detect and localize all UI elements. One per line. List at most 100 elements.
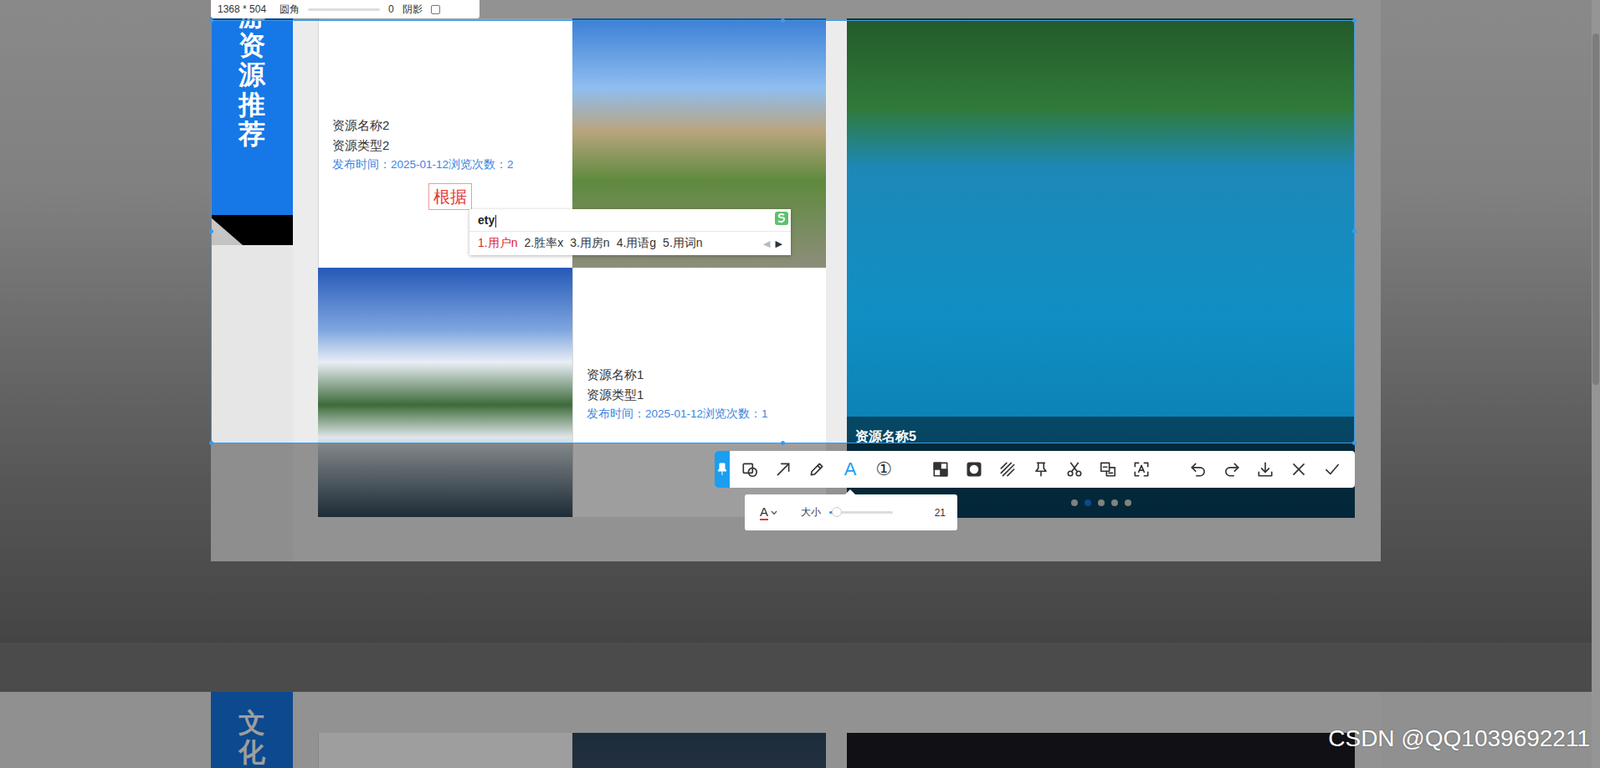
content: 游资源推荐资源名称2资源类型2发布时间：2025-01-12浏览次数：2资源名称… bbox=[0, 0, 1592, 768]
carousel-dot[interactable] bbox=[1111, 499, 1118, 507]
scrollbar[interactable] bbox=[1591, 0, 1600, 768]
resize-handle[interactable] bbox=[1352, 441, 1357, 446]
toolbar-button[interactable] bbox=[957, 452, 991, 487]
section-title: 文化 bbox=[210, 692, 293, 768]
carousel-dot[interactable] bbox=[1084, 499, 1092, 507]
capture-info-bar: 1368 * 504圆角0阴影 bbox=[210, 0, 480, 19]
screen: 游资源推荐资源名称2资源类型2发布时间：2025-01-12浏览次数：2资源名称… bbox=[0, 0, 1600, 768]
radius-slider[interactable] bbox=[307, 8, 380, 11]
section-side: 游资源推荐 bbox=[210, 0, 293, 562]
section-title: 游资源推荐 bbox=[210, 0, 293, 216]
font-size-thumb[interactable] bbox=[831, 507, 842, 518]
toolbar-button[interactable] bbox=[1057, 452, 1092, 487]
resize-handle[interactable] bbox=[209, 18, 214, 23]
ime-popup: ety1.用户n2.胜率x3.用房n4.用语g5.用词n◀▶ bbox=[469, 209, 791, 256]
redo-icon bbox=[1222, 460, 1242, 479]
toolbar-button[interactable] bbox=[1024, 452, 1058, 487]
radius-value: 0 bbox=[388, 3, 395, 16]
text-options-panel: A 大小 21 bbox=[744, 494, 958, 531]
resource-type: 资源类型2 bbox=[332, 135, 559, 156]
resource-photo[interactable] bbox=[572, 733, 826, 768]
tool-glyph: A bbox=[844, 460, 857, 479]
ime-next[interactable]: ▶ bbox=[775, 238, 783, 250]
watermark: CSDN @QQ1039692211 bbox=[1328, 724, 1590, 754]
resource-name: 资源名称2 bbox=[332, 115, 559, 136]
section-panel bbox=[292, 692, 1381, 768]
resize-handle[interactable] bbox=[780, 18, 785, 23]
capture-toolbar: A① bbox=[714, 451, 1355, 488]
feature-carousel[interactable] bbox=[846, 733, 1355, 768]
toolbar-button[interactable] bbox=[800, 452, 834, 487]
toolbar-button[interactable]: A bbox=[833, 452, 867, 487]
section: 游资源推荐资源名称2资源类型2发布时间：2025-01-12浏览次数：2资源名称… bbox=[0, 0, 1592, 643]
arrow-icon bbox=[774, 460, 793, 479]
download-icon bbox=[1256, 460, 1275, 479]
carousel-dot[interactable] bbox=[1071, 499, 1078, 507]
toolbar-button[interactable] bbox=[1315, 452, 1349, 487]
ime-logo-icon bbox=[774, 210, 790, 226]
resize-handle[interactable] bbox=[1352, 229, 1357, 234]
ime-prev[interactable]: ◀ bbox=[763, 238, 770, 250]
resource-type: 资源类型1 bbox=[586, 384, 813, 406]
pin-icon bbox=[1031, 460, 1051, 479]
resize-handle[interactable] bbox=[780, 441, 785, 446]
shadow-label: 阴影 bbox=[402, 2, 423, 17]
carousel-dot[interactable] bbox=[1097, 499, 1105, 507]
ime-caret bbox=[495, 215, 497, 228]
toolbar-button[interactable]: ① bbox=[866, 452, 901, 487]
side-filler bbox=[210, 245, 293, 562]
undo-icon bbox=[1189, 460, 1208, 479]
panel-pointer bbox=[845, 489, 856, 495]
card-grid bbox=[317, 733, 826, 768]
hatch-icon bbox=[998, 460, 1017, 479]
pin-tab[interactable] bbox=[714, 451, 730, 488]
resource-name: 资源名称1 bbox=[586, 364, 813, 385]
font-size-value: 21 bbox=[934, 507, 946, 519]
close-icon bbox=[1289, 460, 1308, 479]
resource-meta: 发布时间：2025-01-12浏览次数：1 bbox=[586, 405, 813, 424]
section-title-text: 游资源推荐 bbox=[238, 1, 266, 216]
carousel-title: 资源名称5 bbox=[855, 428, 1347, 446]
toolbar-button[interactable] bbox=[990, 452, 1025, 487]
translate-icon bbox=[1098, 460, 1118, 479]
scrollbar-thumb[interactable] bbox=[1592, 33, 1600, 385]
text-color-glyph: A bbox=[759, 505, 769, 521]
ime-candidate[interactable]: 1.用户n bbox=[477, 235, 518, 252]
chevron-down-icon bbox=[770, 510, 778, 516]
scissors-icon bbox=[1065, 460, 1084, 479]
toolbar-button[interactable] bbox=[1181, 452, 1216, 487]
font-size-slider[interactable] bbox=[829, 511, 893, 514]
toolbar-button[interactable] bbox=[733, 452, 767, 487]
ime-candidate[interactable]: 2.胜率x bbox=[523, 235, 564, 252]
toolbar-button[interactable] bbox=[1248, 452, 1283, 487]
ime-candidate[interactable]: 4.用语g bbox=[616, 235, 657, 252]
text-color-picker[interactable]: A bbox=[759, 505, 778, 521]
ime-pager: ◀▶ bbox=[763, 238, 783, 250]
toolbar-button[interactable] bbox=[923, 452, 958, 487]
resize-handle[interactable] bbox=[209, 229, 214, 234]
section-title-text: 文化 bbox=[238, 708, 266, 768]
ime-candidates: 1.用户n2.胜率x3.用房n4.用语g5.用词n◀▶ bbox=[469, 231, 791, 256]
toolbar-button[interactable] bbox=[1215, 452, 1249, 487]
page: 游资源推荐资源名称2资源类型2发布时间：2025-01-12浏览次数：2资源名称… bbox=[0, 0, 1600, 768]
shape-icon bbox=[740, 460, 759, 479]
font-size-label: 大小 bbox=[800, 505, 821, 520]
shadow-checkbox[interactable] bbox=[430, 5, 441, 15]
toolbar-button[interactable] bbox=[766, 452, 800, 487]
toolbar-button[interactable] bbox=[1282, 452, 1316, 487]
resource-photo[interactable] bbox=[317, 267, 573, 518]
carousel-dot[interactable] bbox=[1124, 499, 1132, 507]
tool-glyph: ① bbox=[875, 460, 893, 479]
ocr-icon bbox=[1132, 460, 1151, 479]
toolbar-button[interactable] bbox=[1124, 452, 1159, 487]
resize-handle[interactable] bbox=[209, 441, 214, 446]
resize-handle[interactable] bbox=[1352, 18, 1357, 23]
pin-icon bbox=[717, 462, 728, 477]
toolbar-button[interactable] bbox=[1091, 452, 1125, 487]
ime-candidate[interactable]: 3.用房n bbox=[569, 235, 610, 252]
text-annotation[interactable]: 根据 bbox=[428, 183, 472, 211]
confirm-icon bbox=[1323, 460, 1342, 479]
blur-icon bbox=[964, 460, 984, 479]
ime-candidate[interactable]: 5.用词n bbox=[662, 235, 703, 252]
resource-card[interactable] bbox=[317, 733, 573, 768]
